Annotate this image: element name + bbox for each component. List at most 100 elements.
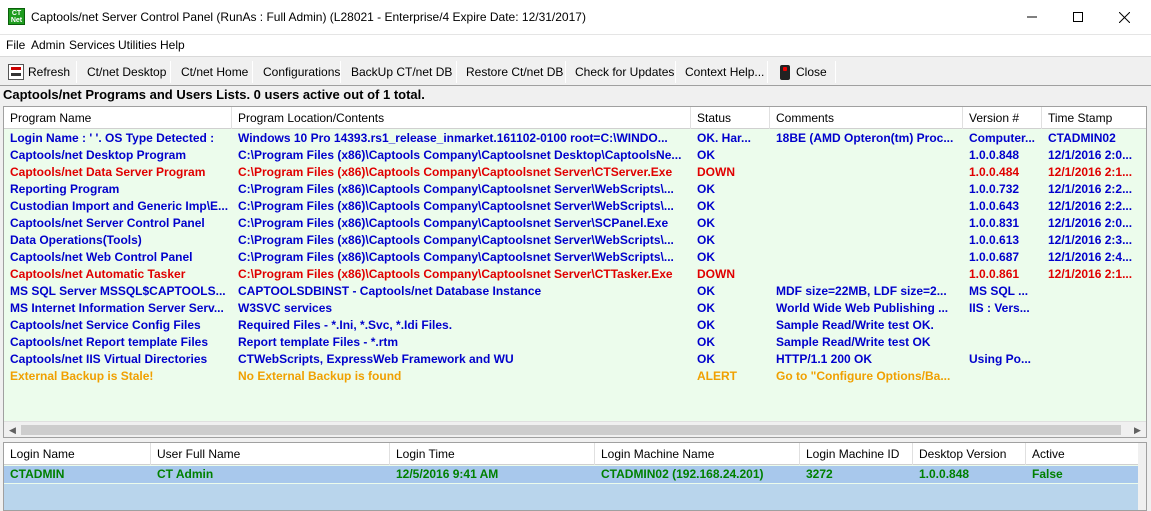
col-comments[interactable]: Comments: [770, 107, 963, 129]
program-timestamp: [1042, 368, 1146, 385]
program-row[interactable]: Captools/net Report template Files Report…: [4, 334, 1146, 351]
program-row[interactable]: Captools/net Server Control Panel C:\Prog…: [4, 215, 1146, 232]
horizontal-scrollbar[interactable]: ◀ ▶: [4, 421, 1146, 437]
program-row[interactable]: Login Name : ' '. OS Type Detected : Wind…: [4, 130, 1146, 147]
col-program-name[interactable]: Program Name: [4, 107, 232, 129]
program-location: Report template Files - *.rtm: [238, 335, 399, 349]
users-list: Login Name User Full Name Login Time Log…: [3, 442, 1147, 511]
maximize-icon: [1073, 12, 1083, 22]
window-title: Captools/net Server Control Panel (RunAs…: [31, 10, 586, 24]
program-timestamp: [1042, 351, 1146, 368]
user-desktop-version: 1.0.0.848: [919, 467, 970, 481]
app-icon: CT Net: [8, 8, 25, 25]
col-login-name[interactable]: Login Name: [4, 443, 151, 465]
refresh-label: Refresh: [28, 65, 71, 79]
restore-db-button[interactable]: Restore Ct/net DB: [466, 61, 563, 83]
col-login-time[interactable]: Login Time: [390, 443, 595, 465]
programs-header: Program Name Program Location/Contents S…: [4, 107, 1146, 129]
program-timestamp: 12/1/2016 2:2...: [1048, 182, 1133, 196]
close-window-button[interactable]: [1101, 0, 1147, 34]
program-status: DOWN: [697, 267, 735, 281]
check-updates-label: Check for Updates: [575, 65, 675, 79]
minimize-button[interactable]: [1009, 0, 1055, 34]
context-help-button[interactable]: Context Help...: [685, 61, 764, 83]
program-row[interactable]: Reporting Program C:\Program Files (x86)\…: [4, 181, 1146, 198]
ctnet-home-button[interactable]: Ct/net Home: [181, 61, 248, 83]
col-program-location[interactable]: Program Location/Contents: [232, 107, 691, 129]
col-active[interactable]: Active: [1026, 443, 1140, 465]
program-status: DOWN: [697, 165, 735, 179]
col-version[interactable]: Version #: [963, 107, 1042, 129]
col-timestamp[interactable]: Time Stamp: [1042, 107, 1146, 129]
program-version: 1.0.0.613: [969, 233, 1020, 247]
users-header: Login Name User Full Name Login Time Log…: [4, 443, 1146, 465]
toolbar-separator: [76, 61, 77, 83]
door-icon: [780, 64, 790, 80]
program-location: C:\Program Files (x86)\Captools Company\…: [238, 250, 674, 264]
scroll-left-icon[interactable]: ◀: [4, 422, 21, 437]
program-status: OK: [697, 199, 715, 213]
scrollbar-thumb[interactable]: [21, 425, 1121, 435]
check-updates-button[interactable]: Check for Updates: [575, 61, 674, 83]
program-timestamp: CTADMIN02: [1048, 131, 1116, 145]
scroll-right-icon[interactable]: ▶: [1129, 422, 1146, 437]
program-status: OK: [697, 250, 715, 264]
program-row[interactable]: Captools/net IIS Virtual Directories CTWe…: [4, 351, 1146, 368]
program-version: MS SQL ...: [969, 284, 1029, 298]
program-name: Custodian Import and Generic Imp\E...: [10, 199, 229, 213]
ctnet-desktop-button[interactable]: Ct/net Desktop: [87, 61, 166, 83]
empty-user-row: [4, 484, 1140, 501]
vertical-scrollbar[interactable]: [1138, 443, 1146, 510]
col-desktop-version[interactable]: Desktop Version: [913, 443, 1026, 465]
configurations-label: Configurations: [263, 65, 341, 79]
close-button[interactable]: Close: [780, 61, 827, 83]
program-row[interactable]: Captools/net Desktop Program C:\Program F…: [4, 147, 1146, 164]
minimize-icon: [1027, 16, 1037, 18]
program-row[interactable]: Captools/net Service Config Files Require…: [4, 317, 1146, 334]
program-row[interactable]: Captools/net Automatic Tasker C:\Program …: [4, 266, 1146, 283]
program-comments: [770, 164, 963, 181]
program-version: [963, 368, 1042, 385]
refresh-button[interactable]: Refresh: [8, 61, 70, 83]
col-login-machine-id[interactable]: Login Machine ID: [800, 443, 913, 465]
program-row[interactable]: Captools/net Data Server Program C:\Progr…: [4, 164, 1146, 181]
program-row[interactable]: External Backup is Stale! No External Bac…: [4, 368, 1146, 385]
program-row[interactable]: MS Internet Information Server Serv... W3…: [4, 300, 1146, 317]
program-comments: [770, 147, 963, 164]
menu-file[interactable]: File: [6, 38, 25, 52]
program-location: C:\Program Files (x86)\Captools Company\…: [238, 182, 674, 196]
program-timestamp: [1042, 283, 1146, 300]
maximize-button[interactable]: [1055, 0, 1101, 34]
program-status: OK: [697, 233, 715, 247]
col-status[interactable]: Status: [691, 107, 770, 129]
menu-help[interactable]: Help: [160, 38, 185, 52]
program-status: ALERT: [697, 369, 737, 383]
program-row[interactable]: Captools/net Web Control Panel C:\Program…: [4, 249, 1146, 266]
menu-utilities[interactable]: Utilities: [118, 38, 157, 52]
program-name: Captools/net Desktop Program: [10, 148, 187, 162]
program-location: C:\Program Files (x86)\Captools Company\…: [238, 267, 673, 281]
col-user-full-name[interactable]: User Full Name: [151, 443, 390, 465]
backup-db-button[interactable]: BackUp CT/net DB: [351, 61, 452, 83]
program-location: C:\Program Files (x86)\Captools Company\…: [238, 148, 682, 162]
user-machine-name: CTADMIN02 (192.168.24.201): [601, 467, 764, 481]
toolbar-separator: [767, 61, 768, 83]
program-row[interactable]: Custodian Import and Generic Imp\E... C:\…: [4, 198, 1146, 215]
program-row[interactable]: Data Operations(Tools) C:\Program Files (…: [4, 232, 1146, 249]
restore-db-label: Restore Ct/net DB: [466, 65, 564, 79]
program-version: IIS : Vers...: [969, 301, 1030, 315]
program-location: CTWebScripts, ExpressWeb Framework and W…: [238, 352, 514, 366]
program-version: 1.0.0.848: [969, 148, 1020, 162]
program-status: OK. Har...: [697, 131, 752, 145]
configurations-button[interactable]: Configurations: [263, 61, 340, 83]
program-row[interactable]: MS SQL Server MSSQL$CAPTOOLS... CAPTOOLSD…: [4, 283, 1146, 300]
col-login-machine-name[interactable]: Login Machine Name: [595, 443, 800, 465]
program-comments: [770, 249, 963, 266]
toolbar: Refresh Ct/net Desktop Ct/net Home Confi…: [0, 56, 1151, 86]
menu-admin[interactable]: Admin: [31, 38, 65, 52]
user-row[interactable]: CTADMIN CT Admin 12/5/2016 9:41 AM CTADM…: [4, 466, 1140, 483]
menu-services[interactable]: Services: [69, 38, 115, 52]
program-comments: [770, 215, 963, 232]
program-version: [963, 334, 1042, 351]
toolbar-separator: [456, 61, 457, 83]
